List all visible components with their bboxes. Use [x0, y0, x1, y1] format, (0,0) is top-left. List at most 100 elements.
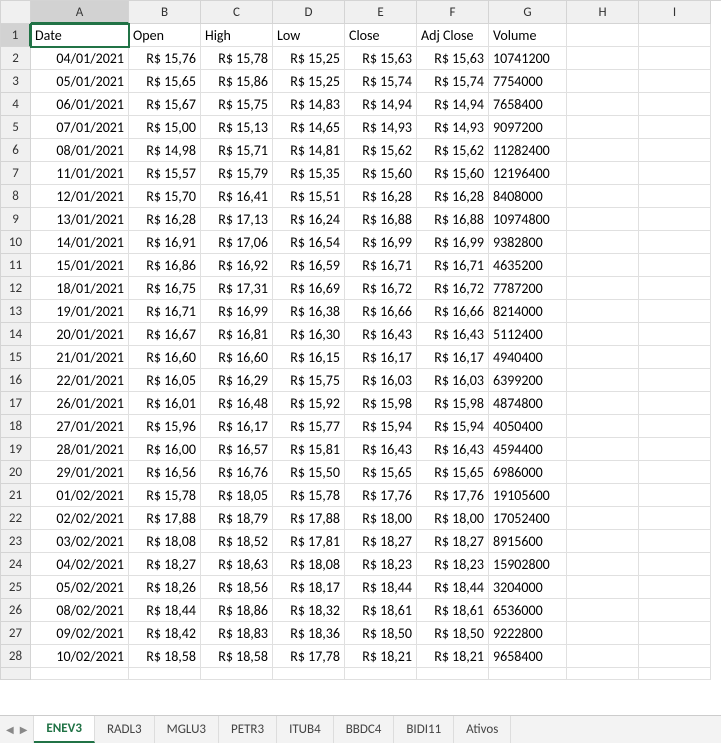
cell-partial-I[interactable] — [639, 668, 711, 680]
cell-I9[interactable] — [639, 208, 711, 231]
cell-D19[interactable]: R$ 15,81 — [273, 438, 345, 461]
cell-A27[interactable]: 09/02/2021 — [31, 622, 129, 645]
cell-H7[interactable] — [567, 162, 639, 185]
cell-D1[interactable]: Low — [273, 24, 345, 47]
row-header-27[interactable]: 27 — [1, 622, 31, 645]
cell-E8[interactable]: R$ 16,28 — [345, 185, 417, 208]
cell-A2[interactable]: 04/01/2021 — [31, 47, 129, 70]
cell-G7[interactable]: 12196400 — [489, 162, 567, 185]
column-header-E[interactable]: E — [345, 1, 417, 24]
cell-G18[interactable]: 4050400 — [489, 415, 567, 438]
cell-C3[interactable]: R$ 15,86 — [201, 70, 273, 93]
cell-H13[interactable] — [567, 300, 639, 323]
cell-D26[interactable]: R$ 18,32 — [273, 599, 345, 622]
cell-partial-D[interactable] — [273, 668, 345, 680]
sheet-tab-RADL3[interactable]: RADL3 — [95, 716, 155, 743]
cell-I4[interactable] — [639, 93, 711, 116]
cell-G8[interactable]: 8408000 — [489, 185, 567, 208]
cell-C22[interactable]: R$ 18,79 — [201, 507, 273, 530]
cell-E22[interactable]: R$ 18,00 — [345, 507, 417, 530]
cell-B20[interactable]: R$ 16,56 — [129, 461, 201, 484]
cell-B27[interactable]: R$ 18,42 — [129, 622, 201, 645]
cell-A19[interactable]: 28/01/2021 — [31, 438, 129, 461]
cell-F28[interactable]: R$ 18,21 — [417, 645, 489, 668]
cell-A3[interactable]: 05/01/2021 — [31, 70, 129, 93]
cell-F20[interactable]: R$ 15,65 — [417, 461, 489, 484]
cell-A20[interactable]: 29/01/2021 — [31, 461, 129, 484]
cell-F21[interactable]: R$ 17,76 — [417, 484, 489, 507]
cell-B26[interactable]: R$ 18,44 — [129, 599, 201, 622]
cell-B28[interactable]: R$ 18,58 — [129, 645, 201, 668]
cell-C15[interactable]: R$ 16,60 — [201, 346, 273, 369]
cell-F19[interactable]: R$ 16,43 — [417, 438, 489, 461]
row-header-17[interactable]: 17 — [1, 392, 31, 415]
cell-I17[interactable] — [639, 392, 711, 415]
cell-I20[interactable] — [639, 461, 711, 484]
cell-I13[interactable] — [639, 300, 711, 323]
cell-E20[interactable]: R$ 15,65 — [345, 461, 417, 484]
row-header-7[interactable]: 7 — [1, 162, 31, 185]
row-header-16[interactable]: 16 — [1, 369, 31, 392]
cell-A22[interactable]: 02/02/2021 — [31, 507, 129, 530]
cell-E21[interactable]: R$ 17,76 — [345, 484, 417, 507]
cell-A9[interactable]: 13/01/2021 — [31, 208, 129, 231]
cell-H27[interactable] — [567, 622, 639, 645]
cell-I16[interactable] — [639, 369, 711, 392]
cell-H24[interactable] — [567, 553, 639, 576]
cell-partial-G[interactable] — [489, 668, 567, 680]
cell-B3[interactable]: R$ 15,65 — [129, 70, 201, 93]
cell-H20[interactable] — [567, 461, 639, 484]
cell-H4[interactable] — [567, 93, 639, 116]
cell-F7[interactable]: R$ 15,60 — [417, 162, 489, 185]
cell-F24[interactable]: R$ 18,23 — [417, 553, 489, 576]
cell-D27[interactable]: R$ 18,36 — [273, 622, 345, 645]
cell-F6[interactable]: R$ 15,62 — [417, 139, 489, 162]
cell-D4[interactable]: R$ 14,83 — [273, 93, 345, 116]
cell-I23[interactable] — [639, 530, 711, 553]
cell-B7[interactable]: R$ 15,57 — [129, 162, 201, 185]
row-header-5[interactable]: 5 — [1, 116, 31, 139]
cell-D8[interactable]: R$ 15,51 — [273, 185, 345, 208]
cell-F3[interactable]: R$ 15,74 — [417, 70, 489, 93]
column-header-D[interactable]: D — [273, 1, 345, 24]
cell-A12[interactable]: 18/01/2021 — [31, 277, 129, 300]
cell-C18[interactable]: R$ 16,17 — [201, 415, 273, 438]
cell-G6[interactable]: 11282400 — [489, 139, 567, 162]
cell-A7[interactable]: 11/01/2021 — [31, 162, 129, 185]
cell-B17[interactable]: R$ 16,01 — [129, 392, 201, 415]
cell-C11[interactable]: R$ 16,92 — [201, 254, 273, 277]
cell-F8[interactable]: R$ 16,28 — [417, 185, 489, 208]
cell-E5[interactable]: R$ 14,93 — [345, 116, 417, 139]
cell-D22[interactable]: R$ 17,88 — [273, 507, 345, 530]
cell-G28[interactable]: 9658400 — [489, 645, 567, 668]
row-header-15[interactable]: 15 — [1, 346, 31, 369]
cell-B2[interactable]: R$ 15,76 — [129, 47, 201, 70]
cell-E25[interactable]: R$ 18,44 — [345, 576, 417, 599]
cell-G16[interactable]: 6399200 — [489, 369, 567, 392]
row-header-21[interactable]: 21 — [1, 484, 31, 507]
row-header-12[interactable]: 12 — [1, 277, 31, 300]
cell-C8[interactable]: R$ 16,41 — [201, 185, 273, 208]
cell-B11[interactable]: R$ 16,86 — [129, 254, 201, 277]
cell-G3[interactable]: 7754000 — [489, 70, 567, 93]
cell-H21[interactable] — [567, 484, 639, 507]
cell-G25[interactable]: 3204000 — [489, 576, 567, 599]
cell-I24[interactable] — [639, 553, 711, 576]
tab-prev-icon[interactable]: ◀ — [6, 723, 14, 736]
cell-E3[interactable]: R$ 15,74 — [345, 70, 417, 93]
cell-I25[interactable] — [639, 576, 711, 599]
row-header-9[interactable]: 9 — [1, 208, 31, 231]
row-header-partial[interactable] — [1, 668, 31, 680]
cell-I7[interactable] — [639, 162, 711, 185]
column-header-F[interactable]: F — [417, 1, 489, 24]
cell-I21[interactable] — [639, 484, 711, 507]
cell-A24[interactable]: 04/02/2021 — [31, 553, 129, 576]
cell-C13[interactable]: R$ 16,99 — [201, 300, 273, 323]
cell-A10[interactable]: 14/01/2021 — [31, 231, 129, 254]
sheet-tab-BIDI11[interactable]: BIDI11 — [394, 716, 454, 743]
cell-D11[interactable]: R$ 16,59 — [273, 254, 345, 277]
cell-C14[interactable]: R$ 16,81 — [201, 323, 273, 346]
cell-I3[interactable] — [639, 70, 711, 93]
cell-H3[interactable] — [567, 70, 639, 93]
cell-C23[interactable]: R$ 18,52 — [201, 530, 273, 553]
